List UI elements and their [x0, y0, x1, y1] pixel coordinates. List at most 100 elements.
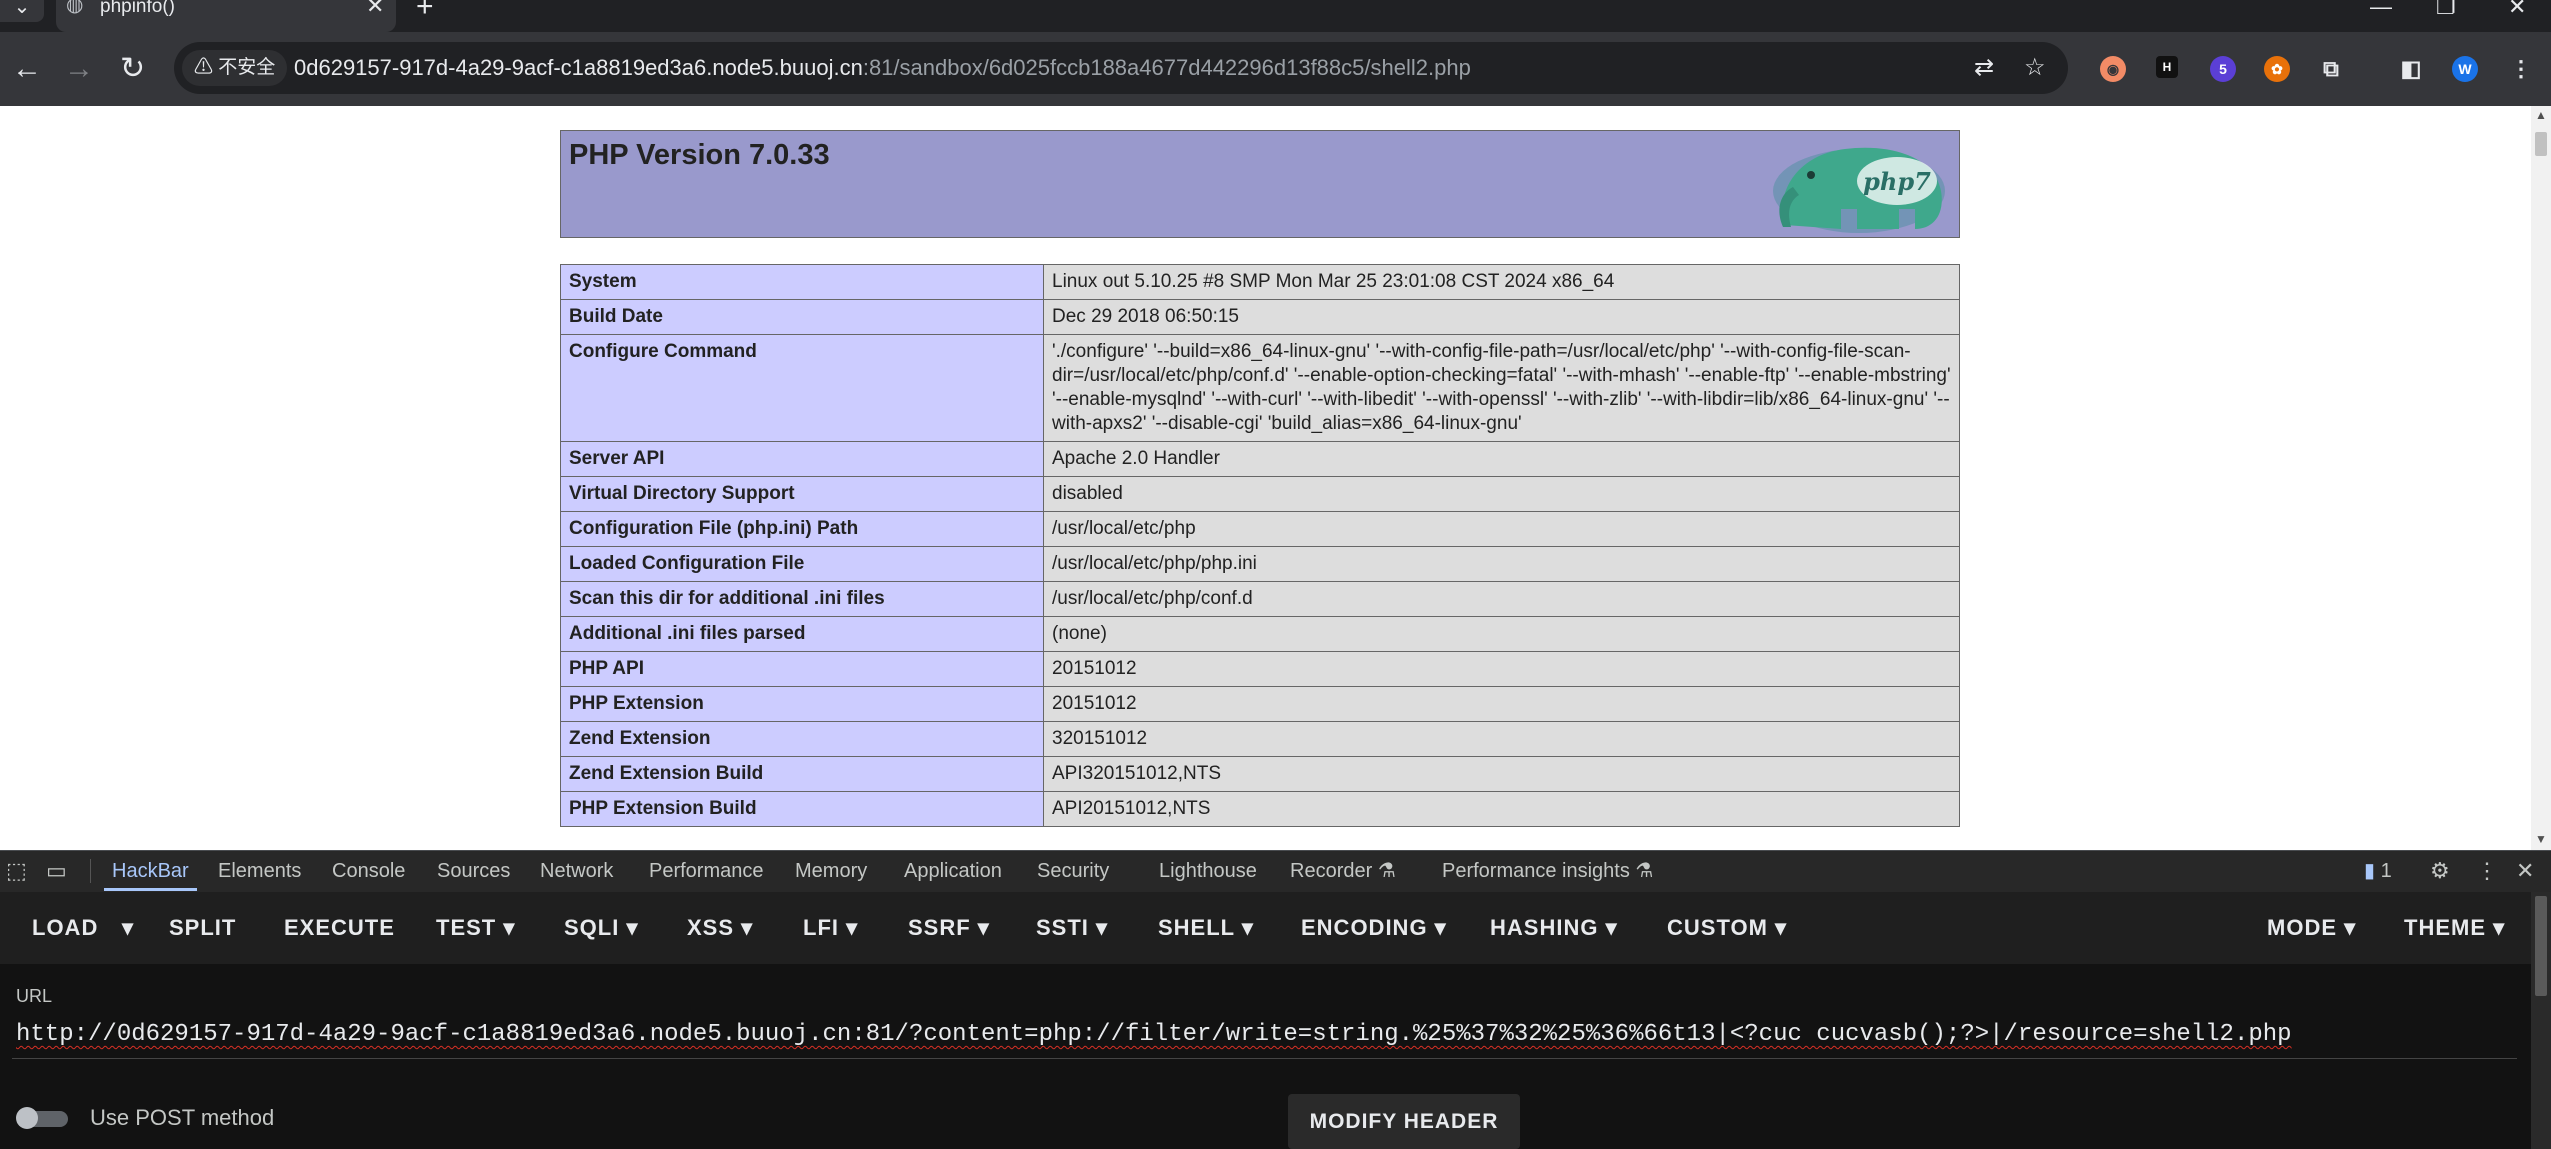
profile-avatar[interactable]: W	[2452, 56, 2478, 82]
phpinfo-value: 20151012	[1043, 651, 1960, 687]
device-toolbar-icon[interactable]: ▭	[46, 851, 67, 891]
tab-network[interactable]: Network	[540, 851, 613, 891]
load-button[interactable]: LOAD	[32, 892, 98, 964]
phpinfo-row: Build Date Dec 29 2018 06:50:15	[560, 299, 1960, 335]
page-scrollbar[interactable]: ▲ ▼	[2531, 106, 2551, 850]
ssti-label: SSTI	[1036, 915, 1089, 940]
address-bar[interactable]: ⚠ 不安全 0d629157-917d-4a29-9acf-c1a8819ed3…	[174, 42, 2068, 94]
phpinfo-row: PHP Extension Build API20151012,NTS	[560, 791, 1960, 827]
new-tab-button[interactable]: +	[416, 0, 434, 22]
tab-application[interactable]: Application	[904, 851, 1002, 891]
phpinfo-header: PHP Version 7.0.33 php7	[560, 130, 1960, 238]
sqli-menu[interactable]: SQLI ▾	[564, 892, 639, 964]
hackbar-menu: LOAD ▾ SPLIT EXECUTE TEST ▾ SQLI ▾ XSS ▾…	[0, 892, 2531, 964]
devtools-close-icon[interactable]: ✕	[2516, 851, 2534, 891]
translate-icon[interactable]: ⇄	[1974, 54, 1994, 82]
ssrf-label: SSRF	[908, 915, 971, 940]
phpinfo-row: Additional .ini files parsed (none)	[560, 616, 1960, 652]
execute-button[interactable]: EXECUTE	[284, 892, 395, 964]
phpinfo-row: Scan this dir for additional .ini files /…	[560, 581, 1960, 617]
scroll-up-icon[interactable]: ▲	[2535, 108, 2547, 122]
tab-strip: ⌄ ◍ phpinfo() ✕ + — ❐ ✕	[0, 0, 2551, 32]
test-menu[interactable]: TEST ▾	[436, 892, 515, 964]
tab-security[interactable]: Security	[1037, 851, 1109, 891]
globe-icon: ◍	[66, 0, 84, 16]
back-icon[interactable]: ←	[12, 54, 42, 84]
extension-circle-icon[interactable]: ◉	[2100, 56, 2126, 82]
url-input[interactable]: http://0d629157-917d-4a29-9acf-c1a8819ed…	[16, 1020, 2516, 1050]
devtools-separator	[90, 859, 91, 883]
php-version-title: PHP Version 7.0.33	[569, 139, 830, 171]
phpinfo-key: PHP API	[560, 651, 1044, 687]
ssrf-menu[interactable]: SSRF ▾	[908, 892, 990, 964]
issues-count: 1	[2380, 860, 2392, 882]
tab-performance-insights[interactable]: Performance insights ⚗	[1442, 851, 1653, 891]
hackbar-scrollbar[interactable]	[2531, 892, 2551, 1149]
bookmark-star-icon[interactable]: ☆	[2024, 54, 2046, 82]
phpinfo-key: Virtual Directory Support	[560, 476, 1044, 512]
hashing-menu[interactable]: HASHING ▾	[1490, 892, 1618, 964]
not-secure-chip[interactable]: ⚠ 不安全	[182, 50, 288, 86]
phpinfo-value: Linux out 5.10.25 #8 SMP Mon Mar 25 23:0…	[1043, 264, 1960, 300]
xss-menu[interactable]: XSS ▾	[687, 892, 753, 964]
tab-memory[interactable]: Memory	[795, 851, 867, 891]
phpinfo-key: Zend Extension	[560, 721, 1044, 757]
theme-menu[interactable]: THEME ▾	[2404, 892, 2505, 964]
extension-badge-icon[interactable]: 5	[2210, 56, 2236, 82]
tab-lighthouse[interactable]: Lighthouse	[1159, 851, 1257, 891]
shell-menu[interactable]: SHELL ▾	[1158, 892, 1254, 964]
tab-hackbar[interactable]: HackBar	[104, 851, 197, 891]
phpinfo-row: Zend Extension Build API320151012,NTS	[560, 756, 1960, 792]
tab-search-button[interactable]: ⌄	[0, 0, 44, 22]
browser-menu-icon[interactable]: ⋮	[2508, 56, 2534, 82]
toggle-knob	[16, 1107, 38, 1129]
phpinfo-row: System Linux out 5.10.25 #8 SMP Mon Mar 2…	[560, 264, 1960, 300]
devtools-tab-bar: ⬚ ▭ HackBar Elements Console Sources Net…	[0, 850, 2551, 892]
page-scrollbar-thumb[interactable]	[2535, 132, 2547, 156]
phpinfo-key: Server API	[560, 441, 1044, 477]
side-panel-icon[interactable]: ◧	[2398, 56, 2424, 82]
post-method-toggle[interactable]	[16, 1107, 72, 1129]
settings-gear-icon[interactable]: ⚙	[2430, 851, 2450, 891]
extension-h-icon[interactable]: H	[2156, 56, 2178, 78]
devtools-menu-icon[interactable]: ⋮	[2476, 851, 2498, 891]
phpinfo-key: Zend Extension Build	[560, 756, 1044, 792]
load-dropdown-icon[interactable]: ▾	[122, 892, 134, 964]
tab-recorder[interactable]: Recorder ⚗	[1290, 851, 1396, 891]
phpinfo-row: PHP Extension 20151012	[560, 686, 1960, 722]
address-host: 0d629157-917d-4a29-9acf-c1a8819ed3a6.nod…	[294, 55, 863, 80]
tab-elements[interactable]: Elements	[218, 851, 301, 891]
address-text[interactable]: 0d629157-917d-4a29-9acf-c1a8819ed3a6.nod…	[294, 42, 1471, 94]
phpinfo-value: './configure' '--build=x86_64-linux-gnu'…	[1043, 334, 1960, 442]
mode-menu[interactable]: MODE ▾	[2267, 892, 2356, 964]
encoding-label: ENCODING	[1301, 915, 1428, 940]
tab-console[interactable]: Console	[332, 851, 405, 891]
browser-toolbar: ← → ↻ ⚠ 不安全 0d629157-917d-4a29-9acf-c1a8…	[0, 32, 2551, 106]
encoding-menu[interactable]: ENCODING ▾	[1301, 892, 1447, 964]
window-close-icon[interactable]: ✕	[2508, 0, 2526, 18]
browser-tab[interactable]: ◍ phpinfo() ✕	[56, 0, 396, 32]
extensions-puzzle-icon[interactable]: ⧉	[2318, 56, 2344, 82]
custom-menu[interactable]: CUSTOM ▾	[1667, 892, 1787, 964]
tab-performance[interactable]: Performance	[649, 851, 764, 891]
inspect-element-icon[interactable]: ⬚	[6, 851, 27, 891]
lfi-menu[interactable]: LFI ▾	[803, 892, 858, 964]
hackbar-scrollbar-thumb[interactable]	[2535, 896, 2547, 996]
phpinfo-value: Dec 29 2018 06:50:15	[1043, 299, 1960, 335]
phpinfo-value: /usr/local/etc/php/php.ini	[1043, 546, 1960, 582]
forward-icon[interactable]: →	[64, 54, 94, 84]
reload-icon[interactable]: ↻	[120, 54, 145, 84]
tab-close-icon[interactable]: ✕	[366, 0, 384, 17]
extension-fox-icon[interactable]: ✿	[2264, 56, 2290, 82]
phpinfo-key: Loaded Configuration File	[560, 546, 1044, 582]
issues-button[interactable]: ▮ 1	[2364, 851, 2392, 891]
split-button[interactable]: SPLIT	[169, 892, 236, 964]
tab-sources[interactable]: Sources	[437, 851, 510, 891]
page-viewport: PHP Version 7.0.33 php7 System Linux out …	[0, 106, 2531, 850]
address-path: :81/sandbox/6d025fccb188a4677d442296d13f…	[862, 55, 1471, 80]
ssti-menu[interactable]: SSTI ▾	[1036, 892, 1108, 964]
minimize-icon[interactable]: —	[2370, 0, 2392, 18]
scroll-down-icon[interactable]: ▼	[2535, 832, 2547, 846]
modify-header-button[interactable]: MODIFY HEADER	[1288, 1094, 1520, 1149]
restore-icon[interactable]: ❐	[2436, 0, 2456, 18]
